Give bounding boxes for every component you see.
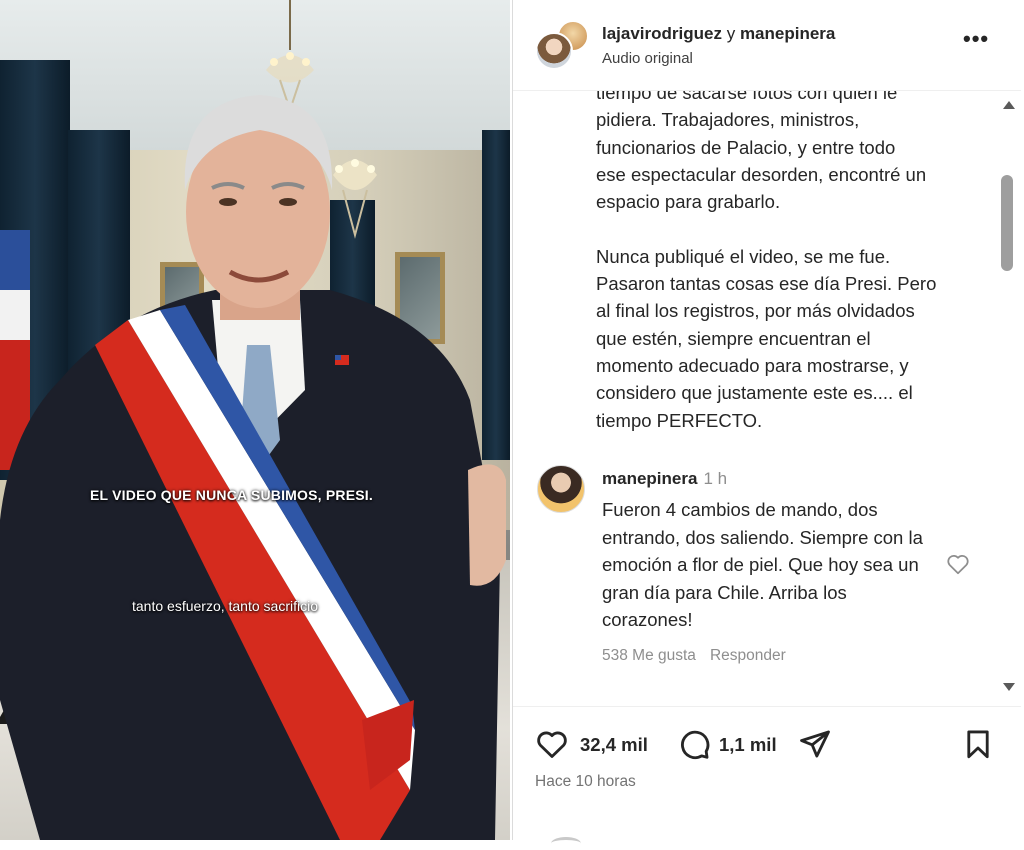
authors-joiner: y [721, 24, 740, 43]
comment-bubble-icon[interactable] [677, 727, 711, 761]
comment-header: manepinera 1 h [602, 469, 727, 489]
paper-plane-icon[interactable] [798, 727, 832, 761]
post-details-panel: lajavirodriguez y manepinera Audio origi… [512, 0, 1021, 840]
post-timestamp[interactable]: Hace 10 horas [535, 773, 636, 791]
heart-icon[interactable] [535, 727, 569, 761]
scroll-down-arrow-icon[interactable] [1003, 683, 1015, 691]
heart-outline-icon[interactable] [945, 551, 971, 577]
comment-count[interactable]: 1,1 mil [719, 734, 777, 756]
reply-button[interactable]: Responder [710, 647, 786, 664]
author-avatar[interactable] [535, 32, 573, 70]
post-video[interactable]: EL VIDEO QUE NUNCA SUBIMOS, PRESI. tanto… [0, 0, 510, 840]
post-caption: tiempo de sacarse fotos con quien le pid… [596, 91, 937, 431]
video-caption-title: EL VIDEO QUE NUNCA SUBIMOS, PRESI. [90, 487, 373, 503]
comment-text: Fueron 4 cambios de mando, dos entrando,… [602, 499, 923, 630]
comments-scroll-area[interactable]: tiempo de sacarse fotos con quien le pid… [513, 91, 1003, 705]
comment-time: 1 h [703, 469, 728, 488]
scroll-up-arrow-icon[interactable] [1003, 101, 1015, 109]
audio-label[interactable]: Audio original [602, 50, 693, 67]
comment-username[interactable]: manepinera [602, 469, 697, 488]
comment-avatar[interactable] [537, 465, 585, 513]
comment-meta: 538 Me gusta Responder [602, 647, 800, 665]
post-actions-bar: 32,4 mil 1,1 mil Hace 10 horas [513, 706, 1021, 841]
man-with-presidential-sash [0, 95, 506, 840]
video-caption-subtitle: tanto esfuerzo, tanto sacrificio [132, 598, 318, 614]
post-authors: lajavirodriguez y manepinera [602, 24, 835, 44]
scrollbar-thumb[interactable] [1001, 175, 1013, 271]
comment-likes[interactable]: 538 Me gusta [602, 647, 696, 664]
collaborator-username[interactable]: manepinera [740, 24, 835, 43]
more-options-icon[interactable]: ••• [963, 26, 989, 52]
author-username[interactable]: lajavirodriguez [602, 24, 722, 43]
add-comment-avatar [551, 837, 581, 850]
post-header: lajavirodriguez y manepinera Audio origi… [513, 0, 1021, 91]
scrollbar[interactable] [999, 95, 1015, 700]
bookmark-icon[interactable] [961, 727, 995, 761]
like-count[interactable]: 32,4 mil [580, 734, 648, 756]
